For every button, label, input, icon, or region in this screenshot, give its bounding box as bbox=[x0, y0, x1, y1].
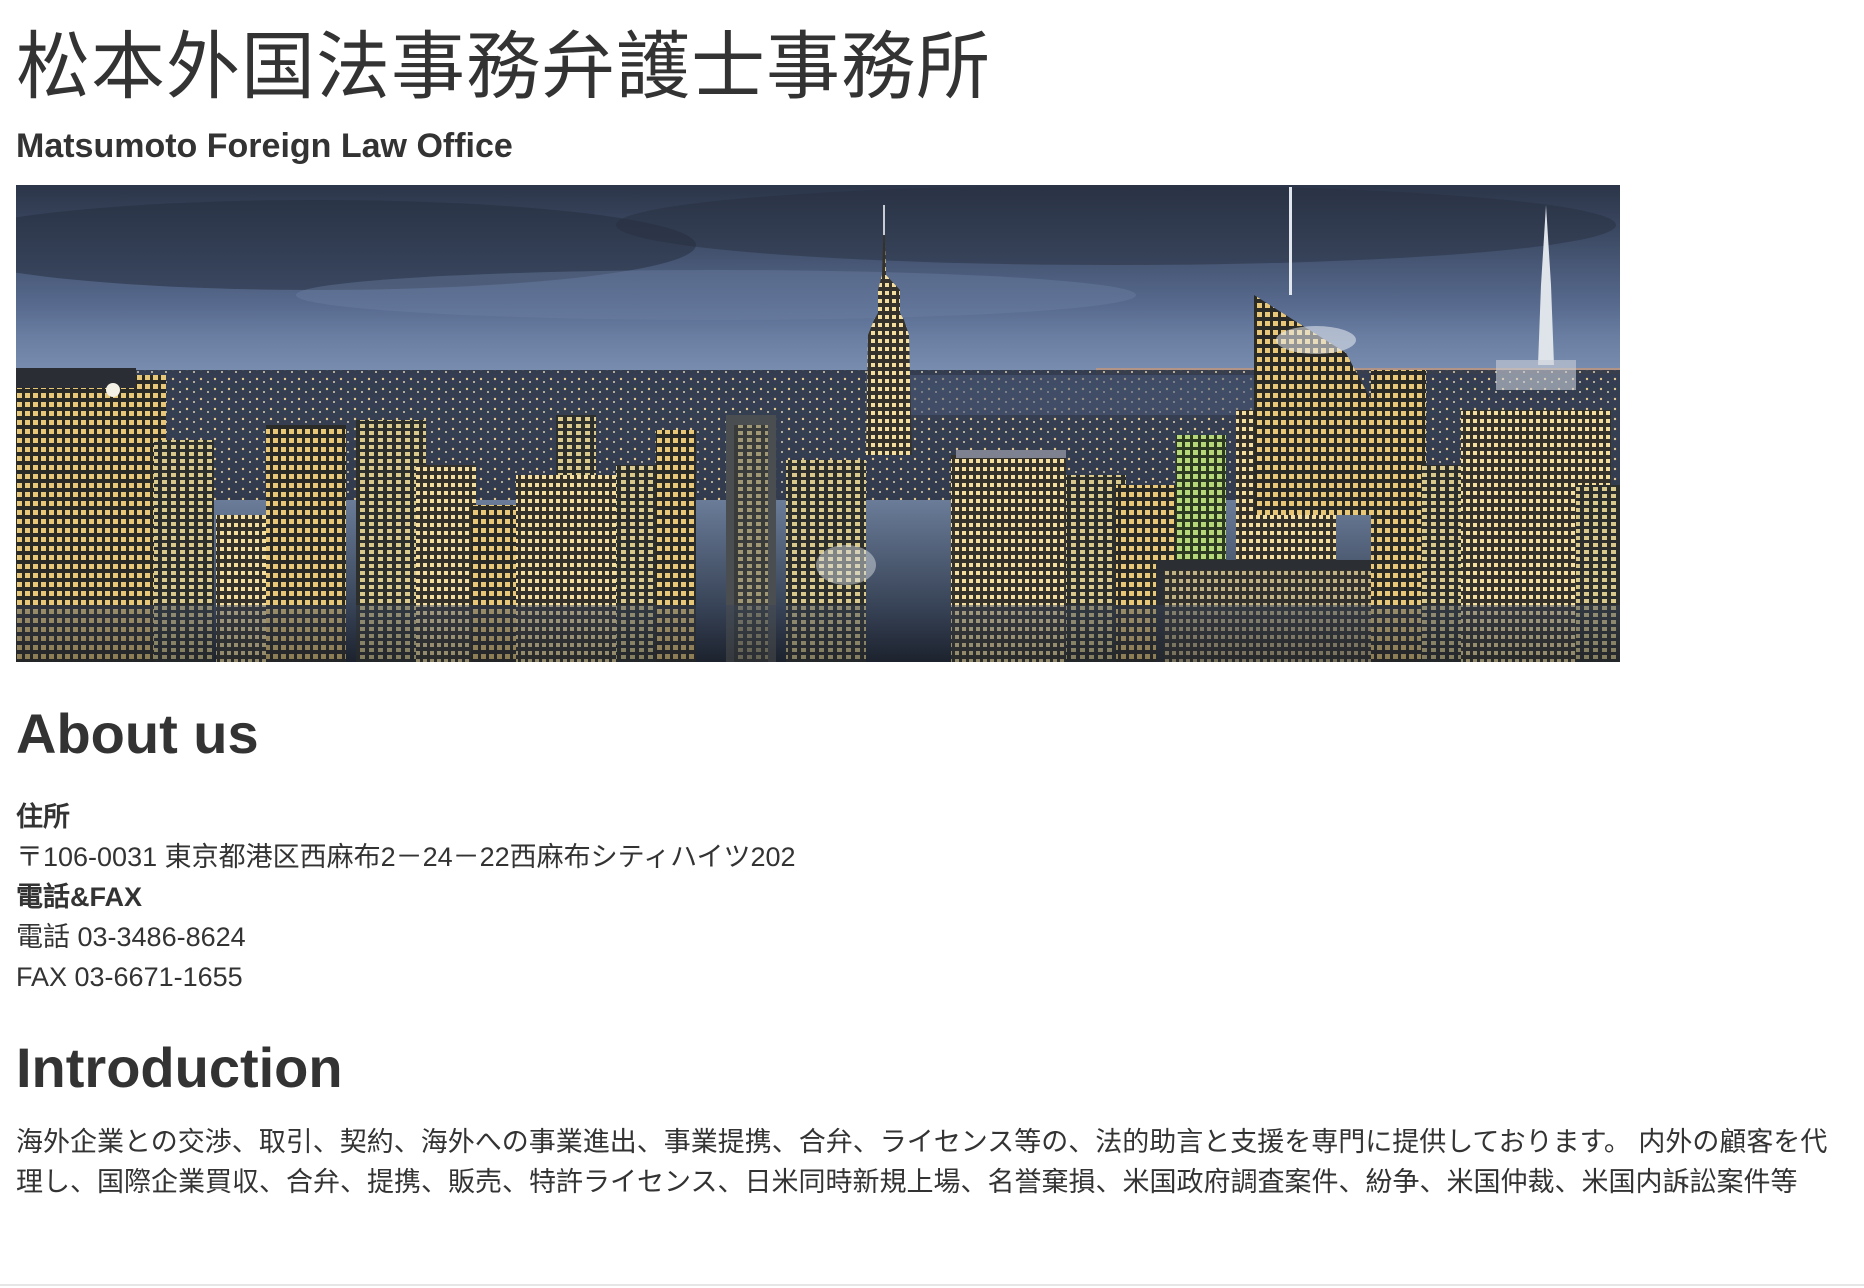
city-skyline-image bbox=[16, 185, 1620, 662]
site-title: 松本外国法事務弁護士事務所 bbox=[16, 25, 991, 108]
footer-divider bbox=[0, 1284, 1864, 1286]
contact-label: 電話&FAX bbox=[16, 882, 143, 912]
fax-number: FAX 03-6671-1655 bbox=[16, 962, 243, 992]
phone-number: 電話 03-3486-8624 bbox=[16, 922, 246, 952]
site-subtitle: Matsumoto Foreign Law Office bbox=[16, 127, 513, 165]
address-label: 住所 bbox=[16, 802, 70, 832]
introduction-heading: Introduction bbox=[16, 1036, 343, 1099]
about-heading: About us bbox=[16, 702, 259, 765]
address-value: 〒106-0031 東京都港区西麻布2－24－22西麻布シティハイツ202 bbox=[16, 842, 796, 872]
introduction-body: 海外企業との交渉、取引、契約、海外への事業進出、事業提携、合弁、ライセンス等の、… bbox=[16, 1127, 1828, 1197]
